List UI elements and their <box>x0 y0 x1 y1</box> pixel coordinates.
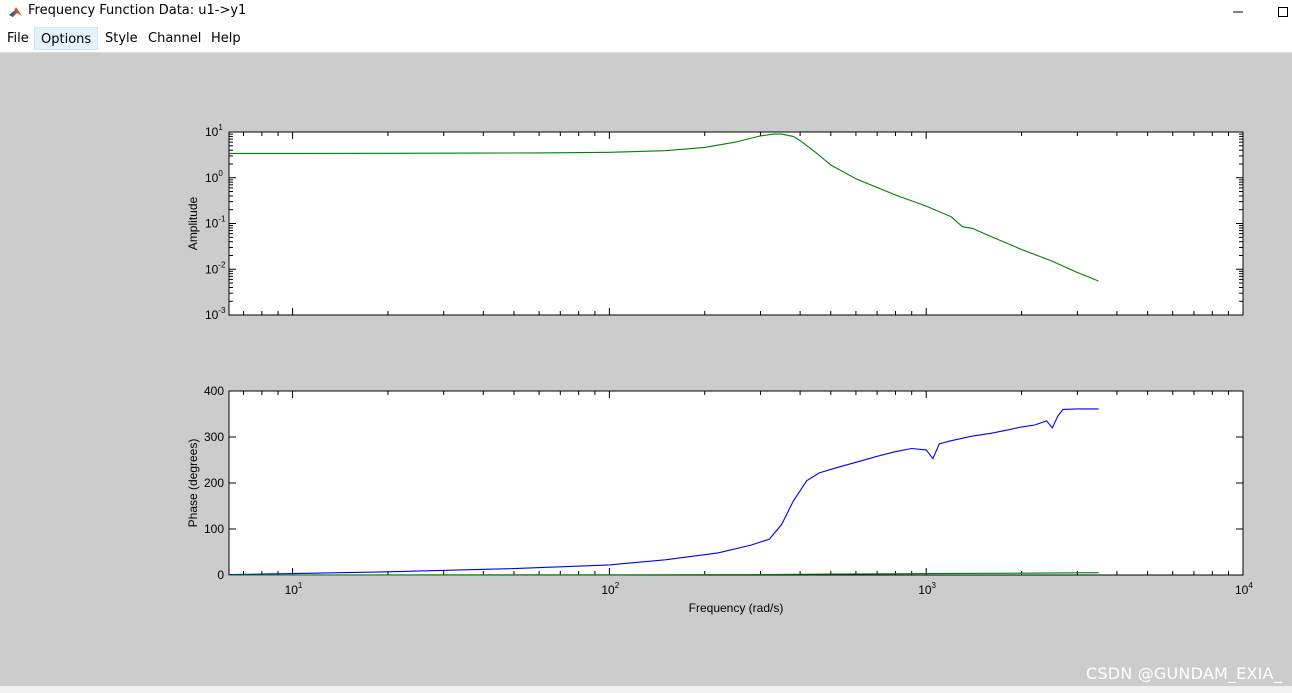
status-bar <box>0 686 1292 693</box>
phase-ytick-label: 100 <box>204 522 224 536</box>
figure-canvas: 101 100 10-1 10-2 10-3 0 100 200 300 400 101 102 103… <box>0 53 1292 686</box>
menu-options[interactable]: Options <box>34 27 99 50</box>
amplitude-ytick-label: 10-3 <box>205 306 226 322</box>
minimize-button[interactable] <box>1215 0 1261 24</box>
phase-ytick-label: 400 <box>204 384 224 398</box>
amplitude-ytick-label: 10-1 <box>205 215 226 231</box>
window-title: Frequency Function Data: u1->y1 <box>28 3 247 18</box>
phase-axes <box>228 390 1244 576</box>
phase-ylabel: Phase (degrees) <box>186 439 200 528</box>
phase-xtick-label: 104 <box>1235 581 1253 597</box>
menu-help[interactable]: Help <box>205 27 247 50</box>
matlab-logo-icon <box>8 4 23 19</box>
maximize-button[interactable] <box>1260 0 1292 24</box>
phase-xtick-label: 102 <box>601 581 619 597</box>
amplitude-ytick-label: 10-2 <box>205 260 226 276</box>
phase-xtick-label: 103 <box>918 581 936 597</box>
menu-style[interactable]: Style <box>99 27 144 50</box>
maximize-icon <box>1278 7 1288 17</box>
amplitude-ytick-label: 100 <box>205 169 223 185</box>
phase-xlabel: Frequency (rad/s) <box>689 601 784 615</box>
plots-svg: 101 100 10-1 10-2 10-3 0 100 200 300 400 101 102 103… <box>186 123 1253 615</box>
phase-xtick-label: 101 <box>285 581 303 597</box>
phase-ytick-label: 0 <box>217 568 224 582</box>
menu-channel[interactable]: Channel <box>142 27 207 50</box>
phase-ytick-label: 300 <box>204 430 224 444</box>
menu-file[interactable]: File <box>1 27 35 50</box>
minimize-icon <box>1233 11 1243 13</box>
title-bar: Frequency Function Data: u1->y1 <box>0 0 1292 24</box>
amplitude-axes <box>228 131 1244 316</box>
phase-ytick-label: 200 <box>204 476 224 490</box>
amplitude-ytick-label: 101 <box>205 123 223 139</box>
amplitude-ylabel: Amplitude <box>186 197 200 251</box>
menu-bar: File Options Style Channel Help <box>0 25 1292 53</box>
watermark-text: CSDN @GUNDAM_EXIA_ <box>1086 664 1282 683</box>
